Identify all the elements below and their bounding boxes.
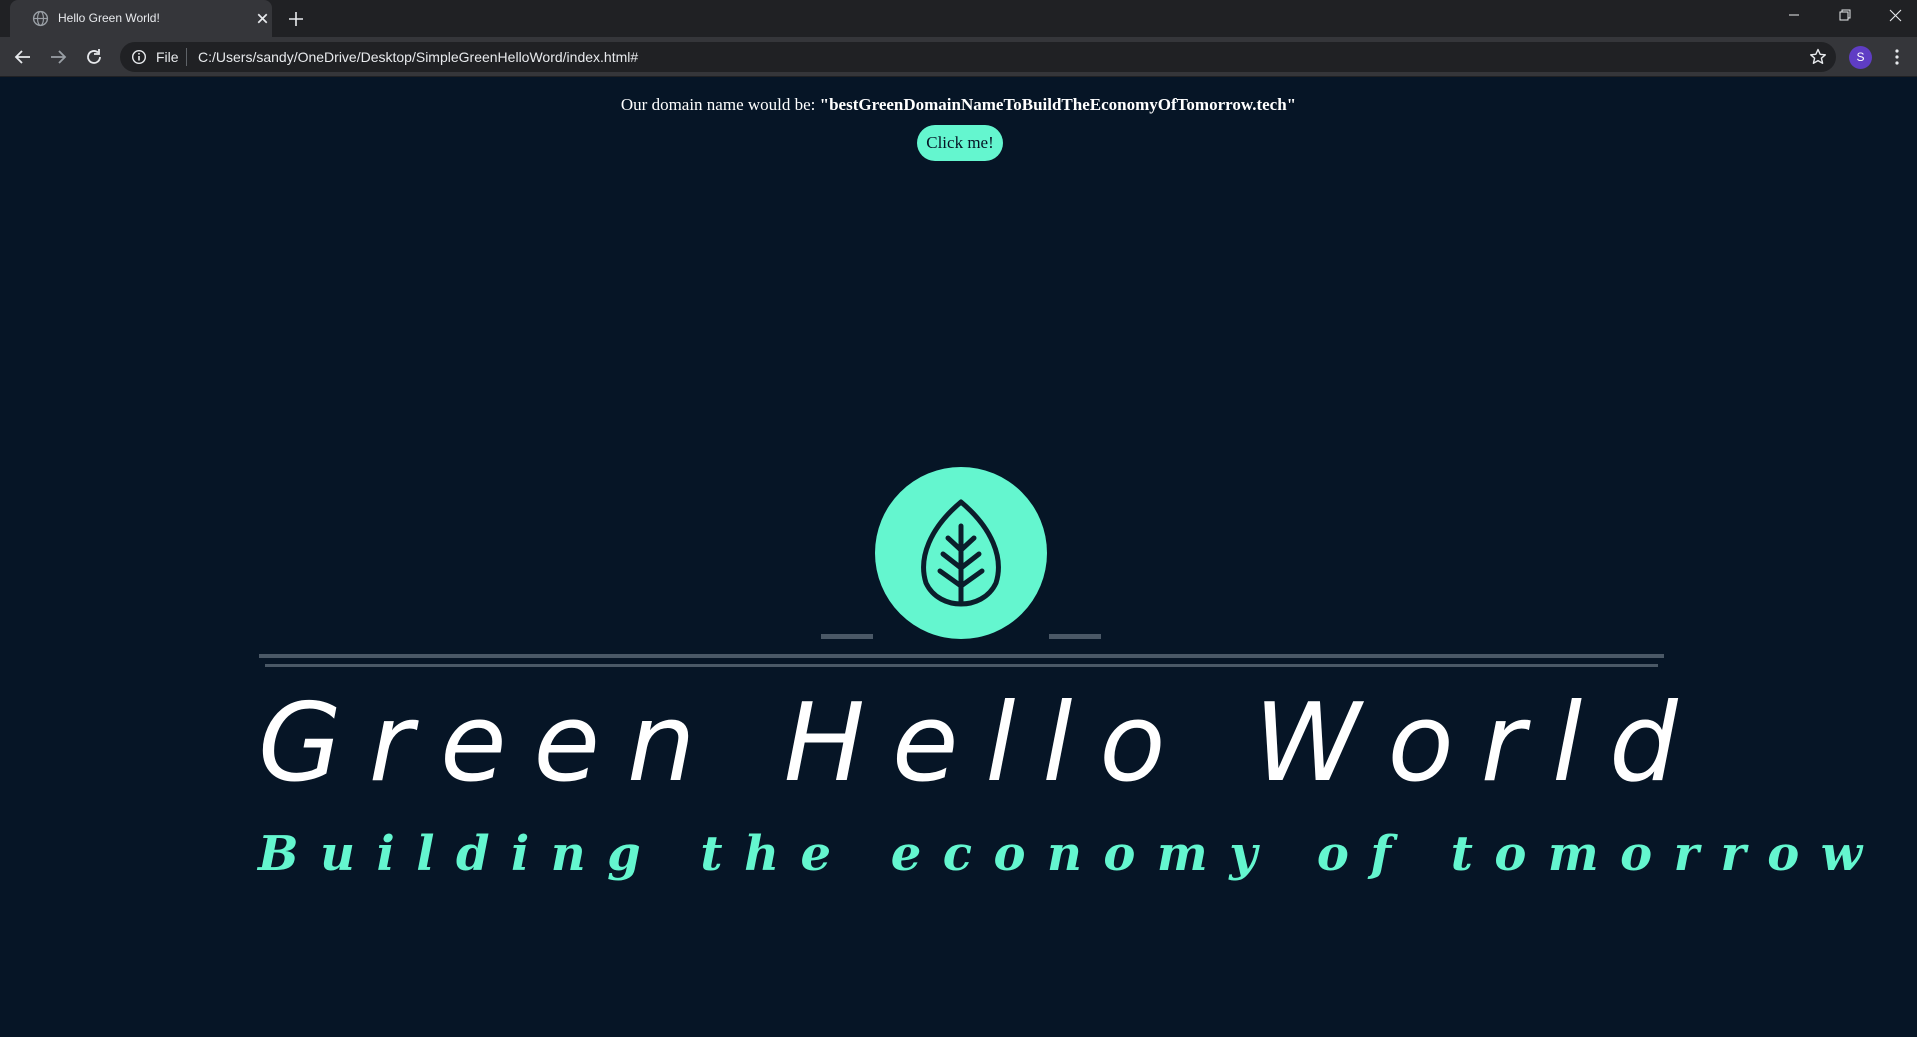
url-text[interactable]: C:/Users/sandy/OneDrive/Desktop/SimpleGr… bbox=[198, 49, 638, 65]
logo-tagline: Building the economy of tomorrow bbox=[258, 826, 1884, 882]
info-icon[interactable] bbox=[131, 49, 147, 65]
logo-dash-right bbox=[1049, 634, 1101, 639]
address-bar[interactable]: File C:/Users/sandy/OneDrive/Desktop/Sim… bbox=[120, 42, 1836, 72]
close-window-icon[interactable] bbox=[1875, 4, 1915, 28]
logo-rule-top bbox=[259, 654, 1664, 658]
logo-rule-bottom bbox=[265, 664, 1658, 667]
logo-graphic bbox=[259, 467, 1664, 667]
browser-tab[interactable]: Hello Green World! bbox=[10, 0, 272, 37]
tab-title: Hello Green World! bbox=[58, 11, 160, 25]
omnibox-divider bbox=[186, 48, 187, 66]
logo-dash-left bbox=[821, 634, 873, 639]
logo-title: Green Hello World bbox=[258, 681, 1705, 806]
reload-icon[interactable] bbox=[83, 46, 105, 68]
close-tab-icon[interactable] bbox=[254, 10, 271, 27]
url-scheme-label: File bbox=[156, 49, 179, 65]
minimize-icon[interactable] bbox=[1774, 4, 1814, 28]
new-tab-icon[interactable] bbox=[286, 9, 306, 29]
bookmark-star-icon[interactable] bbox=[1808, 47, 1828, 67]
tab-strip: Hello Green World! bbox=[0, 0, 1917, 37]
profile-avatar[interactable]: S bbox=[1849, 46, 1872, 69]
page-content: Our domain name would be: "bestGreenDoma… bbox=[0, 78, 1917, 1037]
forward-arrow-icon[interactable] bbox=[47, 46, 69, 68]
more-menu-icon[interactable] bbox=[1887, 46, 1907, 68]
browser-toolbar: File C:/Users/sandy/OneDrive/Desktop/Sim… bbox=[0, 37, 1917, 77]
restore-icon[interactable] bbox=[1824, 4, 1864, 28]
globe-icon bbox=[32, 10, 49, 27]
back-arrow-icon[interactable] bbox=[12, 46, 34, 68]
